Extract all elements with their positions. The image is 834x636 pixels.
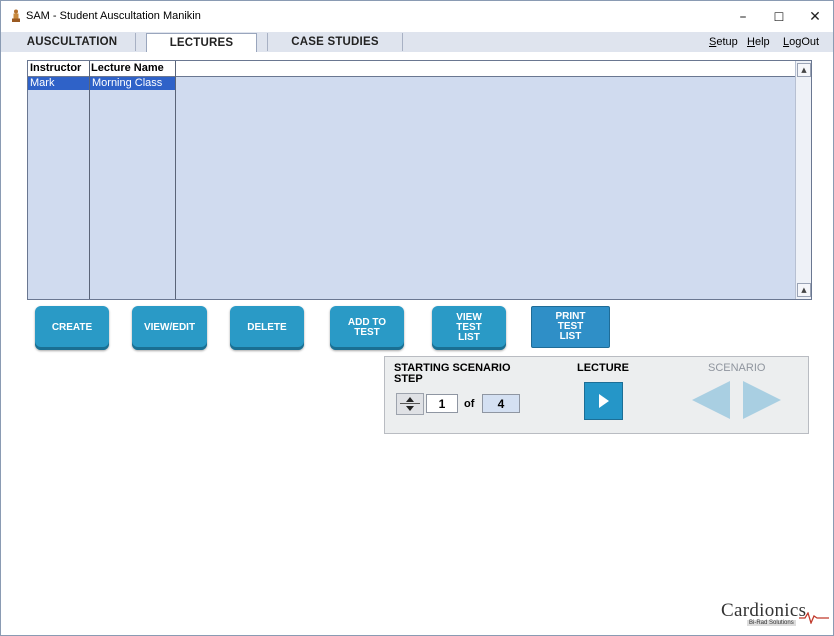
app-icon	[12, 9, 20, 22]
minimize-button[interactable]: –	[725, 4, 761, 30]
logout-menu[interactable]: LogOut	[783, 36, 819, 48]
window-title: SAM - Student Auscultation Manikin	[26, 10, 201, 22]
row-instructor-cell[interactable]: Mark	[28, 77, 89, 90]
tab-case-studies[interactable]: CASE STUDIES	[267, 33, 403, 51]
lecture-label: LECTURE	[577, 362, 629, 374]
add-to-test-button[interactable]: ADD TO TEST	[330, 306, 404, 350]
column-header-instructor[interactable]: Instructor	[30, 62, 81, 74]
maximize-button[interactable]: ☐	[761, 4, 797, 30]
spinner-up-icon[interactable]	[406, 397, 414, 402]
print-test-list-button[interactable]: PRINT TEST LIST	[531, 306, 610, 348]
step-total-field: 4	[482, 394, 520, 413]
lectures-grid[interactable]: Instructor Lecture Name Mark Morning Cla…	[27, 60, 812, 300]
play-lecture-button[interactable]	[584, 382, 623, 420]
scroll-up-icon[interactable]: ▲	[797, 63, 811, 77]
scenario-panel: STARTING SCENARIO STEP 1 of 4 LECTURE SC…	[384, 356, 809, 434]
starting-scenario-label: STARTING SCENARIO STEP	[394, 362, 511, 385]
scroll-down-icon[interactable]: ▲	[797, 283, 811, 297]
view-edit-button[interactable]: VIEW/EDIT	[132, 306, 207, 350]
heartbeat-icon	[799, 612, 829, 624]
view-test-list-button[interactable]: VIEW TEST LIST	[432, 306, 506, 350]
close-button[interactable]: ✕	[797, 4, 833, 30]
tab-lectures[interactable]: LECTURES	[146, 33, 257, 52]
title-bar: SAM - Student Auscultation Manikin – ☐ ✕	[1, 1, 833, 32]
scenario-next-icon[interactable]	[741, 381, 787, 421]
step-current-field[interactable]: 1	[426, 394, 458, 413]
scenario-label: SCENARIO	[708, 362, 766, 374]
column-divider	[89, 61, 90, 299]
setup-menu[interactable]: Setup	[709, 36, 738, 48]
step-spinner[interactable]	[396, 393, 424, 415]
spinner-down-icon[interactable]	[406, 406, 414, 411]
column-divider	[175, 61, 176, 299]
tab-auscultation[interactable]: AUSCULTATION	[9, 33, 136, 51]
delete-button[interactable]: DELETE	[230, 306, 304, 350]
create-button[interactable]: CREATE	[35, 306, 109, 350]
tab-bar: AUSCULTATION LECTURES CASE STUDIES Setup…	[1, 32, 833, 52]
of-label: of	[464, 398, 475, 410]
grid-scrollbar[interactable]: ▲ ▲	[795, 61, 811, 299]
grid-header: Instructor Lecture Name	[28, 61, 795, 77]
column-header-lecture-name[interactable]: Lecture Name	[91, 62, 164, 74]
scenario-prev-icon[interactable]	[690, 381, 736, 421]
help-menu[interactable]: Help	[747, 36, 770, 48]
cardionics-logo: Cardionics Bi-Rad Solutions	[721, 600, 829, 626]
app-window: SAM - Student Auscultation Manikin – ☐ ✕…	[0, 0, 834, 636]
row-lecture-name-cell[interactable]: Morning Class	[90, 77, 175, 90]
